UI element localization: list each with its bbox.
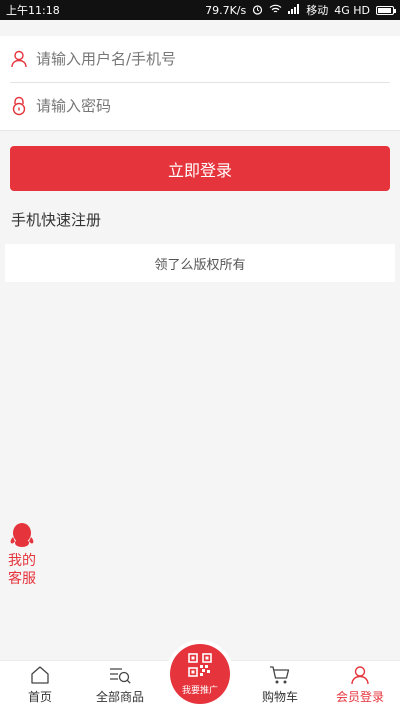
network-speed: 79.7K/s (205, 3, 247, 17)
carrier: 移动 (306, 4, 329, 17)
login-button[interactable]: 立即登录 (10, 146, 390, 191)
tab-cart[interactable]: 购物车 (240, 661, 320, 712)
status-indicators: 79.7K/s 移动 4G HD (205, 2, 396, 18)
network-type: 4G HD (334, 3, 370, 17)
qrcode-icon (188, 652, 212, 681)
home-icon (30, 665, 50, 685)
tab-home[interactable]: 首页 (0, 661, 80, 712)
tab-label: 首页 (27, 690, 52, 704)
tab-label: 全部商品 (95, 690, 144, 704)
battery-icon (376, 5, 396, 15)
customer-service-button[interactable]: 我的客服 (3, 522, 41, 588)
cart-icon (269, 665, 291, 685)
service-label: 我的客服 (8, 553, 36, 587)
tab-member-login[interactable]: 会员登录 (320, 661, 400, 712)
tab-label: 购物车 (261, 690, 298, 704)
user-icon (10, 49, 28, 69)
register-link[interactable]: 手机快速注册 (11, 209, 101, 230)
status-bar: 上午11:18 79.7K/s 移动 4G HD (0, 0, 400, 20)
username-row (10, 36, 390, 83)
wifi-icon (269, 4, 282, 16)
tab-promote[interactable]: 我要推广 (170, 644, 230, 704)
login-form (0, 36, 400, 131)
tab-label: 会员登录 (335, 690, 384, 704)
lock-icon (10, 96, 28, 116)
tab-label: 我要推广 (181, 685, 218, 696)
penguin-icon (9, 522, 35, 552)
username-input[interactable] (36, 50, 390, 68)
alarm-icon (252, 4, 263, 17)
user-icon (350, 665, 370, 685)
signal-icon (288, 4, 300, 16)
copyright-text: 领了么版权所有 (5, 244, 395, 282)
password-input[interactable] (36, 97, 390, 115)
status-time: 上午11:18 (6, 4, 60, 17)
password-row (10, 83, 390, 129)
category-search-icon (109, 665, 131, 685)
tab-all-products[interactable]: 全部商品 (80, 661, 160, 712)
